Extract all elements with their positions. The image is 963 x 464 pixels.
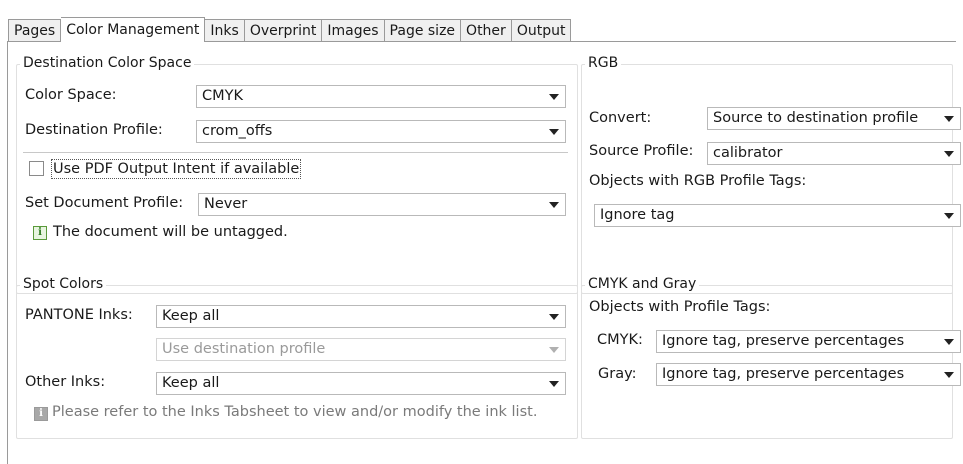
rgb-tags-label: Objects with RGB Profile Tags: xyxy=(589,173,807,189)
info-icon: i xyxy=(33,226,47,240)
chevron-down-icon xyxy=(944,116,954,122)
destination-profile-label: Destination Profile: xyxy=(25,122,163,138)
output-intent-label[interactable]: Use PDF Output Intent if available xyxy=(51,159,302,179)
pantone-inks-label: PANTONE Inks: xyxy=(25,307,133,323)
cmyk-value: Ignore tag, preserve percentages xyxy=(662,333,905,349)
chevron-down-icon xyxy=(549,202,559,208)
chevron-down-icon xyxy=(944,372,954,378)
cmyk-gray-title: CMYK and Gray xyxy=(585,276,700,292)
profile-tags-label: Objects with Profile Tags: xyxy=(589,299,771,315)
output-intent-checkbox[interactable] xyxy=(29,161,44,176)
rgb-tags-dropdown[interactable]: Ignore tag xyxy=(594,204,961,227)
pantone-inks-dropdown[interactable]: Keep all xyxy=(156,305,566,328)
convert-label: Convert: xyxy=(589,110,652,126)
source-profile-label: Source Profile: xyxy=(589,143,694,159)
tab-color-management[interactable]: Color Management xyxy=(61,17,206,42)
other-inks-label: Other Inks: xyxy=(25,374,106,390)
color-space-label: Color Space: xyxy=(25,87,117,103)
tab-inks[interactable]: Inks xyxy=(205,19,245,42)
gray-dropdown[interactable]: Ignore tag, preserve percentages xyxy=(656,363,961,386)
tab-pages[interactable]: Pages xyxy=(8,19,62,42)
rgb-title: RGB xyxy=(585,55,622,71)
convert-dropdown[interactable]: Source to destination profile xyxy=(707,107,961,130)
destination-profile-dropdown[interactable]: crom_offs xyxy=(196,120,566,143)
tab-overprint[interactable]: Overprint xyxy=(244,19,323,42)
tab-other[interactable]: Other xyxy=(461,19,512,42)
gray-value: Ignore tag, preserve percentages xyxy=(662,366,905,382)
other-inks-dropdown[interactable]: Keep all xyxy=(156,372,566,395)
chevron-down-icon xyxy=(549,129,559,135)
spot-colors-title: Spot Colors xyxy=(20,276,107,292)
source-profile-dropdown[interactable]: calibrator xyxy=(707,142,961,165)
pantone-profile-value: Use destination profile xyxy=(162,341,326,357)
cmyk-dropdown[interactable]: Ignore tag, preserve percentages xyxy=(656,330,961,353)
rgb-tags-value: Ignore tag xyxy=(600,207,675,223)
gray-label: Gray: xyxy=(598,366,637,382)
inks-info-text: Please refer to the Inks Tabsheet to vie… xyxy=(52,404,538,420)
convert-value: Source to destination profile xyxy=(713,110,919,126)
cmyk-label: CMYK: xyxy=(597,332,643,348)
color-space-dropdown[interactable]: CMYK xyxy=(196,85,566,108)
divider xyxy=(23,152,568,153)
untagged-info-text: The document will be untagged. xyxy=(53,224,288,240)
set-document-profile-dropdown[interactable]: Never xyxy=(198,193,566,216)
info-icon: i xyxy=(34,407,48,421)
destination-title: Destination Color Space xyxy=(20,55,195,71)
color-management-panel: Destination Color Space Color Space: CMY… xyxy=(7,41,961,464)
other-inks-value: Keep all xyxy=(162,375,220,391)
chevron-down-icon xyxy=(944,213,954,219)
tab-output[interactable]: Output xyxy=(511,19,572,42)
source-profile-value: calibrator xyxy=(713,145,783,161)
chevron-down-icon xyxy=(549,347,559,353)
color-space-value: CMYK xyxy=(202,88,244,104)
chevron-down-icon xyxy=(549,381,559,387)
chevron-down-icon xyxy=(944,151,954,157)
chevron-down-icon xyxy=(944,339,954,345)
chevron-down-icon xyxy=(549,314,559,320)
set-document-profile-value: Never xyxy=(204,196,248,212)
set-document-profile-label: Set Document Profile: xyxy=(25,195,184,211)
tab-bar: Pages Color Management Inks Overprint Im… xyxy=(8,17,572,42)
pantone-profile-dropdown[interactable]: Use destination profile xyxy=(156,338,566,361)
pantone-inks-value: Keep all xyxy=(162,308,220,324)
destination-profile-value: crom_offs xyxy=(202,123,273,139)
tab-page-size[interactable]: Page size xyxy=(384,19,462,42)
tab-images[interactable]: Images xyxy=(322,19,385,42)
chevron-down-icon xyxy=(549,94,559,100)
